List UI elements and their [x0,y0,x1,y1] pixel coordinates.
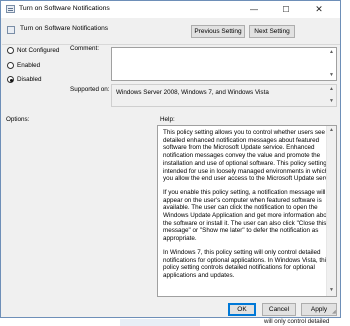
radio-enabled-label: Enabled [17,62,41,69]
help-section-label: Help: [160,116,175,123]
background-window-edge [341,0,350,318]
supported-scroll-down-icon[interactable]: ▼ [328,98,335,105]
help-scroll-up-icon[interactable]: ▲ [327,127,336,135]
policy-setting-icon [6,5,15,13]
radio-enabled-indicator[interactable] [7,62,14,69]
background-help-text: will only control detailed [264,318,330,325]
maximize-button[interactable]: ☐ [274,1,298,18]
minimize-button[interactable]: — [242,1,266,18]
title-bar[interactable]: Turn on Software Notifications — ☐ ✕ [1,1,340,18]
setting-name: Turn on Software Notifications [20,25,109,32]
close-button[interactable]: ✕ [307,1,331,18]
policy-setting-dialog: Turn on Software Notifications — ☐ ✕ Tur… [0,0,341,318]
window-title: Turn on Software Notifications [19,5,110,12]
next-setting-button[interactable]: Next Setting [249,25,295,38]
supported-on-value: Windows Server 2008, Windows 7, and Wind… [116,89,269,96]
radio-disabled-indicator[interactable] [7,76,14,83]
help-pane[interactable]: This policy setting allows you to contro… [157,125,337,297]
setting-icon [7,26,15,34]
options-section-label: Options: [6,116,30,123]
comment-scroll-down-icon[interactable]: ▼ [328,72,335,79]
background-list-items [120,319,200,326]
previous-setting-button[interactable]: Previous Setting [191,25,245,38]
options-pane [5,125,155,297]
help-scroll-down-icon[interactable]: ▼ [327,287,336,295]
ok-button[interactable]: OK [228,303,256,316]
help-paragraph: This policy setting allows you to contro… [163,129,337,183]
help-paragraph: If you enable this policy setting, a not… [163,188,333,243]
radio-not-configured-indicator[interactable] [7,47,14,54]
help-paragraph: In Windows 7, this policy setting will o… [163,248,330,279]
help-scrollbar[interactable]: ▲ ▼ [326,126,336,296]
resize-grip-icon[interactable]: ◢ [332,309,338,315]
cancel-button[interactable]: Cancel [262,303,296,316]
help-text: This policy setting allows you to contro… [163,129,337,286]
radio-disabled-label: Disabled [17,76,42,83]
comment-textarea[interactable]: ▲ ▼ [111,47,337,81]
supported-on-label: Supported on: [70,86,110,93]
supported-on-field: Windows Server 2008, Windows 7, and Wind… [111,84,337,107]
supported-scroll-up-icon[interactable]: ▲ [328,86,335,93]
comment-label: Comment: [70,45,100,52]
setting-header: Turn on Software Notifications Previous … [2,18,340,45]
radio-not-configured-label: Not Configured [17,47,60,54]
comment-scroll-up-icon[interactable]: ▲ [328,49,335,56]
